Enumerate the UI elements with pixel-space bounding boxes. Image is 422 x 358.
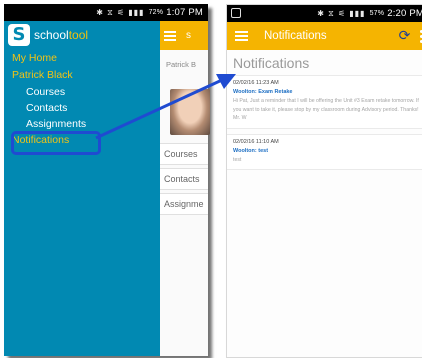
peek-title: s [186, 30, 191, 41]
nav-item-courses[interactable]: Courses [4, 84, 160, 100]
nav-item-contacts[interactable]: Contacts [4, 100, 160, 116]
status-icons: ✱ ⧖ ⚟ ▮▮▮ [96, 7, 145, 17]
notification-tray-icon [231, 8, 241, 18]
refresh-icon[interactable]: ⟳ [397, 28, 412, 44]
brand-name-plain: school [34, 28, 69, 42]
drawer-header: S schooltool [4, 21, 160, 49]
peek-card-courses[interactable]: Courses [160, 143, 208, 165]
status-bar: ✱ ⧖ ⚟ ▮▮▮ 72% 1:07 PM [4, 4, 208, 21]
notifications-highlight-box [11, 131, 101, 155]
content-peek: s Patrick B Courses Contacts Assignme [160, 21, 210, 356]
battery-level: 57% [369, 10, 385, 17]
brand-name-accent: tool [68, 28, 89, 42]
navigation-drawer: S schooltool My Home Patrick Black Cours… [4, 21, 160, 356]
brand-name: schooltool [34, 28, 88, 42]
notification-date: 02/02/16 11:23 AM [233, 80, 279, 86]
page-title: Notifications [233, 55, 310, 71]
nav-item-student[interactable]: Patrick Black [4, 67, 160, 84]
peek-cards: Courses Contacts Assignme [160, 143, 208, 215]
schooltool-logo-icon: S [8, 24, 30, 46]
notification-item[interactable]: 02/02/16 11:10 AM Woolton: test test [227, 133, 422, 170]
appbar-title: Notifications [264, 30, 327, 42]
status-time: 1:07 PM [166, 7, 203, 18]
menu-icon[interactable] [164, 29, 176, 43]
notification-subject: Woolton: test [233, 147, 269, 154]
notification-text: Hi Pat, Just a reminder that I will be o… [233, 98, 419, 121]
menu-icon[interactable] [235, 29, 248, 43]
nav-item-my-home[interactable]: My Home [4, 50, 160, 67]
app-bar: Notifications ⟳ [227, 22, 422, 50]
right-phone-screen: ✱ ⧖ ⚟ ▮▮▮ 57% 2:20 PM Notifications ⟳ No… [226, 4, 422, 358]
status-icons: ✱ ⧖ ⚟ ▮▮▮ [317, 8, 366, 18]
nav-item-assignments[interactable]: Assignments [4, 116, 160, 132]
peek-card-assignments[interactable]: Assignme [160, 193, 208, 215]
notification-date: 02/02/16 11:10 AM [233, 138, 279, 145]
notification-text: test [233, 156, 242, 163]
peek-student-name: Patrick B [166, 60, 197, 69]
status-bar: ✱ ⧖ ⚟ ▮▮▮ 57% 2:20 PM [227, 5, 422, 22]
notification-subject: Woolton: Exam Retake [233, 89, 293, 95]
student-photo [170, 89, 210, 135]
peek-card-contacts[interactable]: Contacts [160, 168, 208, 190]
notification-item[interactable]: 02/02/16 11:23 AM Woolton: Exam Retake H… [227, 75, 422, 129]
battery-level: 72% [148, 9, 164, 16]
logo-letter: S [12, 24, 26, 45]
peek-appbar: s [160, 21, 208, 50]
notifications-list: Notifications 02/02/16 11:23 AM Woolton:… [227, 50, 422, 357]
left-phone-screen: ✱ ⧖ ⚟ ▮▮▮ 72% 1:07 PM S schooltool My Ho… [4, 4, 210, 356]
status-time: 2:20 PM [387, 8, 422, 19]
